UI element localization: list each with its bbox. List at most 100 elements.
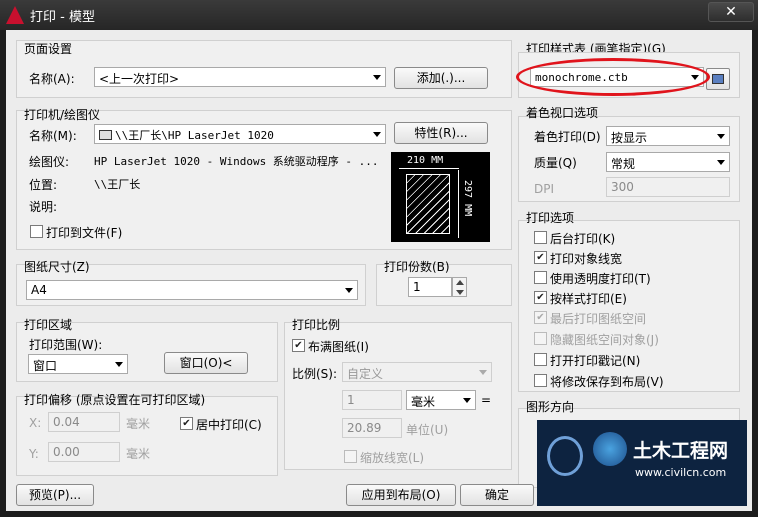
- spin-down-icon[interactable]: [456, 290, 464, 295]
- ok-button[interactable]: 确定: [460, 484, 534, 506]
- page-setup-name-select[interactable]: <上一次打印>: [94, 67, 386, 87]
- chevron-down-icon: [373, 75, 381, 80]
- window-title: 打印 - 模型: [30, 10, 95, 25]
- preview-height-label: 297 MM: [462, 180, 473, 217]
- background-plot-label: 后台打印(K): [550, 232, 616, 246]
- copies-title: 打印份数(B): [384, 260, 450, 274]
- quality-value: 常规: [611, 157, 636, 171]
- plot-offset-group: [16, 396, 278, 476]
- preview-width-line: [399, 168, 459, 169]
- fit-to-paper-checkbox[interactable]: [292, 339, 305, 352]
- printer-icon: [99, 130, 112, 140]
- add-page-setup-button[interactable]: 添加(.)...: [394, 67, 488, 89]
- copies-input[interactable]: 1: [408, 277, 452, 297]
- scale-unit-select[interactable]: 毫米: [406, 390, 476, 410]
- save-to-layout-checkbox[interactable]: [534, 374, 547, 387]
- red-annotation-ellipse: [516, 58, 710, 96]
- plot-scale-title: 打印比例: [292, 318, 341, 332]
- dpi-label: DPI: [534, 182, 555, 196]
- close-button[interactable]: ✕: [708, 2, 754, 22]
- play-icon: [547, 436, 583, 476]
- plot-stamp-checkbox[interactable]: [534, 353, 547, 366]
- scale-lineweights-label: 缩放线宽(L): [360, 451, 425, 465]
- plot-transparency-checkbox[interactable]: [534, 271, 547, 284]
- offset-x-unit: 毫米: [126, 417, 151, 431]
- plotter-value: HP LaserJet 1020 - Windows 系统驱动程序 - ...: [94, 155, 379, 168]
- offset-x-label: X:: [29, 416, 42, 430]
- plotter-properties-button[interactable]: 特性(R)...: [394, 122, 488, 144]
- plot-what-label: 打印范围(W):: [29, 338, 103, 352]
- scale-denominator-input[interactable]: 20.89: [342, 418, 402, 438]
- spin-up-icon[interactable]: [456, 280, 464, 285]
- preview-sheet: [406, 174, 450, 234]
- plot-lineweights-checkbox[interactable]: [534, 251, 547, 264]
- scale-lineweights-checkbox[interactable]: [344, 450, 357, 463]
- paperspace-last-label: 最后打印图纸空间: [550, 312, 647, 326]
- plot-with-styles-label: 按样式打印(E): [550, 292, 627, 306]
- plot-offset-title: 打印偏移 (原点设置在可打印区域): [24, 393, 206, 407]
- edit-style-table-button[interactable]: [706, 68, 730, 90]
- offset-y-unit: 毫米: [126, 447, 151, 461]
- offset-x-input[interactable]: 0.04: [48, 412, 120, 432]
- background-plot-checkbox[interactable]: [534, 231, 547, 244]
- paperspace-last-checkbox[interactable]: [534, 311, 547, 324]
- hide-objects-label: 隐藏图纸空间对象(J): [550, 333, 659, 347]
- shade-plot-value: 按显示: [611, 131, 648, 145]
- shade-plot-label: 着色打印(D): [534, 130, 601, 144]
- plotter-name-label: 名称(M):: [29, 129, 77, 143]
- autocad-logo-icon: [6, 6, 24, 24]
- plot-what-value: 窗口: [33, 359, 58, 373]
- chevron-down-icon: [479, 370, 487, 375]
- plot-to-file-label: 打印到文件(F): [46, 226, 123, 240]
- center-plot-checkbox[interactable]: [180, 417, 193, 430]
- scale-denominator-unit: 单位(U): [406, 423, 449, 437]
- civilcn-logo-icon: [593, 432, 627, 466]
- center-plot-label: 居中打印(C): [196, 418, 262, 432]
- scale-value: 自定义: [347, 367, 384, 381]
- offset-y-input[interactable]: 0.00: [48, 442, 120, 462]
- watermark-name: 土木工程网: [633, 440, 729, 462]
- offset-y-label: Y:: [29, 447, 39, 461]
- chevron-down-icon: [373, 132, 381, 137]
- scale-select[interactable]: 自定义: [342, 362, 492, 382]
- plot-with-styles-checkbox[interactable]: [534, 291, 547, 304]
- scale-unit-value: 毫米: [411, 395, 436, 409]
- plot-transparency-label: 使用透明度打印(T): [550, 272, 651, 286]
- plot-stamp-label: 打开打印戳记(N): [550, 354, 641, 368]
- chevron-down-icon: [717, 134, 725, 139]
- plot-what-select[interactable]: 窗口: [28, 354, 128, 374]
- apply-to-layout-button[interactable]: 应用到布局(O): [346, 484, 456, 506]
- plotter-title: 打印机/绘图仪: [24, 108, 101, 122]
- hide-objects-checkbox[interactable]: [534, 332, 547, 345]
- paper-size-select[interactable]: A4: [26, 280, 358, 300]
- plot-to-file-checkbox[interactable]: [30, 225, 43, 238]
- chevron-down-icon: [717, 160, 725, 165]
- paper-preview: 210 MM 297 MM: [391, 152, 490, 242]
- shade-plot-select[interactable]: 按显示: [606, 126, 730, 146]
- preview-height-line: [458, 170, 459, 238]
- dpi-input[interactable]: 300: [606, 177, 730, 197]
- watermark-overlay: 土木工程网 www.civilcn.com: [537, 420, 747, 506]
- scale-equals: =: [481, 393, 492, 407]
- paper-size-title: 图纸尺寸(Z): [24, 260, 90, 274]
- edit-table-icon: [712, 74, 724, 84]
- quality-label: 质量(Q): [534, 156, 577, 170]
- title-bar: 打印 - 模型 ✕: [0, 0, 758, 30]
- page-setup-name-value: <上一次打印>: [99, 72, 180, 86]
- chevron-down-icon: [115, 362, 123, 367]
- plotter-name-select[interactable]: \\王厂长\HP LaserJet 1020: [94, 124, 386, 144]
- window-pick-button[interactable]: 窗口(O)<: [164, 352, 248, 374]
- plotter-label: 绘图仪:: [29, 155, 70, 169]
- scale-numerator-input[interactable]: 1: [342, 390, 402, 410]
- orientation-title: 图形方向: [526, 400, 575, 414]
- chevron-down-icon: [463, 398, 471, 403]
- copies-spinner[interactable]: [452, 277, 467, 297]
- watermark-url: www.civilcn.com: [635, 466, 727, 479]
- plot-area-title: 打印区域: [24, 318, 73, 332]
- quality-select[interactable]: 常规: [606, 152, 730, 172]
- fit-to-paper-label: 布满图纸(I): [308, 340, 369, 354]
- page-setup-title: 页面设置: [24, 42, 73, 56]
- preview-width-label: 210 MM: [407, 155, 444, 166]
- location-value: \\王厂长: [94, 178, 141, 191]
- preview-button[interactable]: 预览(P)...: [16, 484, 94, 506]
